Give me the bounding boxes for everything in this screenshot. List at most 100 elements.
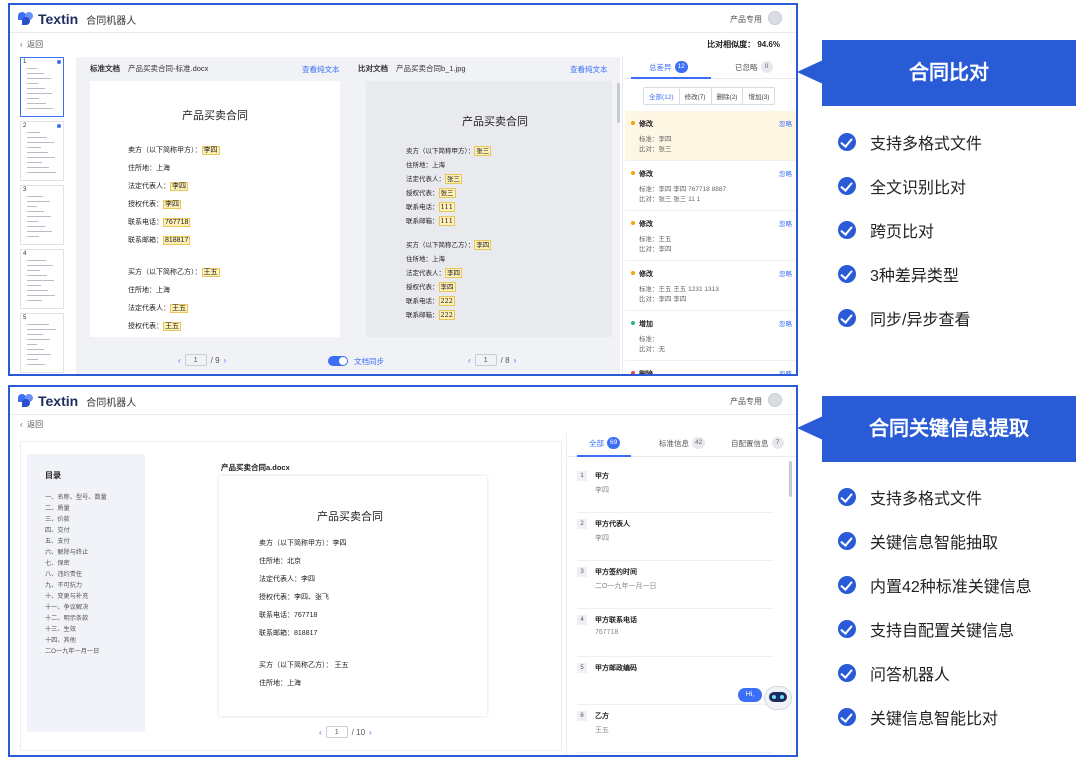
key-info-row[interactable]: 3 甲方签约时间 二O一九年一月一日: [577, 561, 773, 609]
diff-highlight[interactable]: 767718: [163, 218, 191, 227]
toc-item[interactable]: 八、违约责任: [45, 569, 82, 578]
app-name: 合同机器人: [86, 15, 137, 27]
diff-highlight[interactable]: 李四: [163, 200, 181, 209]
diff-highlight[interactable]: 张三: [438, 188, 456, 198]
toc-item[interactable]: 七、保密: [45, 558, 70, 567]
ignore-button[interactable]: 忽略: [779, 318, 792, 328]
page-thumbnail[interactable]: 3: [20, 185, 64, 245]
diff-highlight[interactable]: 李四: [170, 182, 188, 191]
key-info-row[interactable]: 2 甲方代表人 李四: [577, 513, 773, 561]
filter-option[interactable]: 删除(2): [710, 88, 743, 104]
prev-page-icon[interactable]: ‹: [468, 356, 471, 365]
key-info-row[interactable]: 6 乙方 王五: [577, 705, 773, 753]
diff-highlight[interactable]: 张三: [474, 146, 492, 156]
tab-label: 标准信息: [659, 438, 689, 448]
tab-total-diff[interactable]: 总差异 12: [649, 61, 688, 73]
info-key: 甲方联系电话: [595, 617, 637, 624]
diff-highlight[interactable]: 111: [438, 202, 455, 212]
info-tab[interactable]: 自配置信息 7: [731, 437, 784, 449]
cmp-page-input[interactable]: 1: [474, 354, 497, 366]
diff-highlight[interactable]: 王五: [201, 268, 220, 277]
page-thumbnail[interactable]: 5: [20, 313, 64, 373]
tab-ignored[interactable]: 已忽略 0: [735, 61, 773, 73]
ignore-button[interactable]: 忽略: [779, 368, 792, 374]
info-tab[interactable]: 全部 69: [589, 437, 621, 449]
diff-highlight[interactable]: 王五: [170, 304, 188, 313]
page-thumbnail[interactable]: 4: [20, 249, 64, 309]
row-number: 5: [577, 663, 587, 673]
diff-highlight[interactable]: 818817: [163, 236, 191, 245]
ignore-button[interactable]: 忽略: [779, 168, 792, 178]
diff-item[interactable]: 删除 忽略: [625, 361, 796, 374]
back-link[interactable]: ‹ 返回: [20, 419, 43, 430]
logo[interactable]: Textin 合同机器人: [18, 393, 136, 409]
toc-item[interactable]: 十一、争议解决: [45, 602, 88, 611]
filter-option[interactable]: 全部(12): [644, 88, 679, 104]
toc-item[interactable]: 一、名称、型号、数量: [45, 492, 107, 501]
diff-item[interactable]: 修改 忽略 标准：李四 比对：张三: [625, 111, 796, 161]
key-info-row[interactable]: 4 甲方联系电话 767718: [577, 609, 773, 657]
diff-highlight[interactable]: 111: [438, 216, 455, 226]
info-tab[interactable]: 标准信息 42: [659, 437, 706, 449]
diff-highlight[interactable]: 王五: [163, 322, 181, 331]
scrollbar[interactable]: [789, 461, 792, 497]
bot-bubble[interactable]: Hi,: [738, 688, 762, 702]
cmp-view-text-link[interactable]: 查看纯文本: [570, 64, 608, 75]
diff-highlight[interactable]: 李四: [201, 146, 220, 155]
next-page-icon[interactable]: ›: [514, 356, 517, 365]
diff-type-dot: [631, 121, 635, 125]
page-thumbnail[interactable]: 2: [20, 121, 64, 181]
diff-item[interactable]: 增加 忽略 标准： 比对：无: [625, 311, 796, 361]
diff-item[interactable]: 修改 忽略 标准：李四 李四 767718 8887 比对：张三 张三 11 1: [625, 161, 796, 211]
panel1-title: 合同比对: [822, 40, 1076, 106]
toc-item[interactable]: 三、价款: [45, 514, 70, 523]
logo[interactable]: Textin 合同机器人: [18, 11, 136, 27]
toc-item[interactable]: 九、不可抗力: [45, 580, 82, 589]
cmp-doc-file: 产品买卖合同b_1.jpg: [396, 63, 466, 73]
page-input[interactable]: 1: [325, 726, 348, 738]
thumb-line: [27, 172, 56, 173]
filter-option[interactable]: 增加(3): [742, 88, 774, 104]
sync-toggle[interactable]: [328, 356, 348, 366]
line-text: 联系邮箱：: [128, 237, 163, 244]
toc-item[interactable]: 十二、明示条款: [45, 613, 88, 622]
diff-item[interactable]: 修改 忽略 标准：王五 比对：李四: [625, 211, 796, 261]
toc-item[interactable]: 十、变更与补充: [45, 591, 88, 600]
toc-item[interactable]: 十四、其他: [45, 635, 76, 644]
thumb-line: [27, 83, 38, 84]
key-info-row[interactable]: 1 甲方 李四: [577, 465, 773, 513]
std-view-text-link[interactable]: 查看纯文本: [302, 64, 340, 75]
ignore-button[interactable]: 忽略: [779, 268, 792, 278]
diff-highlight[interactable]: 222: [438, 296, 455, 306]
diff-highlight[interactable]: 李四: [445, 268, 462, 278]
diff-highlight[interactable]: 李四: [474, 240, 492, 250]
diff-highlight[interactable]: 222: [438, 310, 455, 320]
toc-item[interactable]: 四、交付: [45, 525, 70, 534]
next-page-icon[interactable]: ›: [369, 728, 372, 737]
diff-item[interactable]: 修改 忽略 标准：王五 王五 1231 1313 比对：李四 李四: [625, 261, 796, 311]
scrollbar[interactable]: [617, 83, 620, 123]
info-key: 甲方: [595, 473, 609, 480]
diff-highlight[interactable]: 张三: [445, 174, 462, 184]
prev-page-icon[interactable]: ‹: [319, 728, 322, 737]
ignore-button[interactable]: 忽略: [779, 118, 792, 128]
diff-compare: 比对：李四: [639, 246, 672, 253]
filter-option[interactable]: 修改(7): [678, 88, 711, 104]
back-link[interactable]: ‹ 返回: [20, 39, 43, 50]
chat-robot-icon[interactable]: [760, 680, 796, 716]
toc-item[interactable]: 十三、生效: [45, 624, 76, 633]
avatar[interactable]: [768, 11, 782, 25]
toc-item[interactable]: 五、支付: [45, 536, 70, 545]
toc-item[interactable]: 六、解除与终止: [45, 547, 88, 556]
toc-item[interactable]: 二、质量: [45, 503, 70, 512]
prev-page-icon[interactable]: ‹: [178, 356, 181, 365]
avatar[interactable]: [768, 393, 782, 407]
ignore-button[interactable]: 忽略: [779, 218, 792, 228]
next-page-icon[interactable]: ›: [224, 356, 227, 365]
toc-item[interactable]: 二O一九年一月一日: [45, 646, 99, 655]
std-doc-line: 联系邮箱： 818817: [128, 235, 191, 245]
std-page-input[interactable]: 1: [184, 354, 207, 366]
page-thumbnail[interactable]: 1: [20, 57, 64, 117]
cmp-doc-line: 住所地：上海: [406, 253, 445, 263]
diff-highlight[interactable]: 李四: [438, 282, 456, 292]
